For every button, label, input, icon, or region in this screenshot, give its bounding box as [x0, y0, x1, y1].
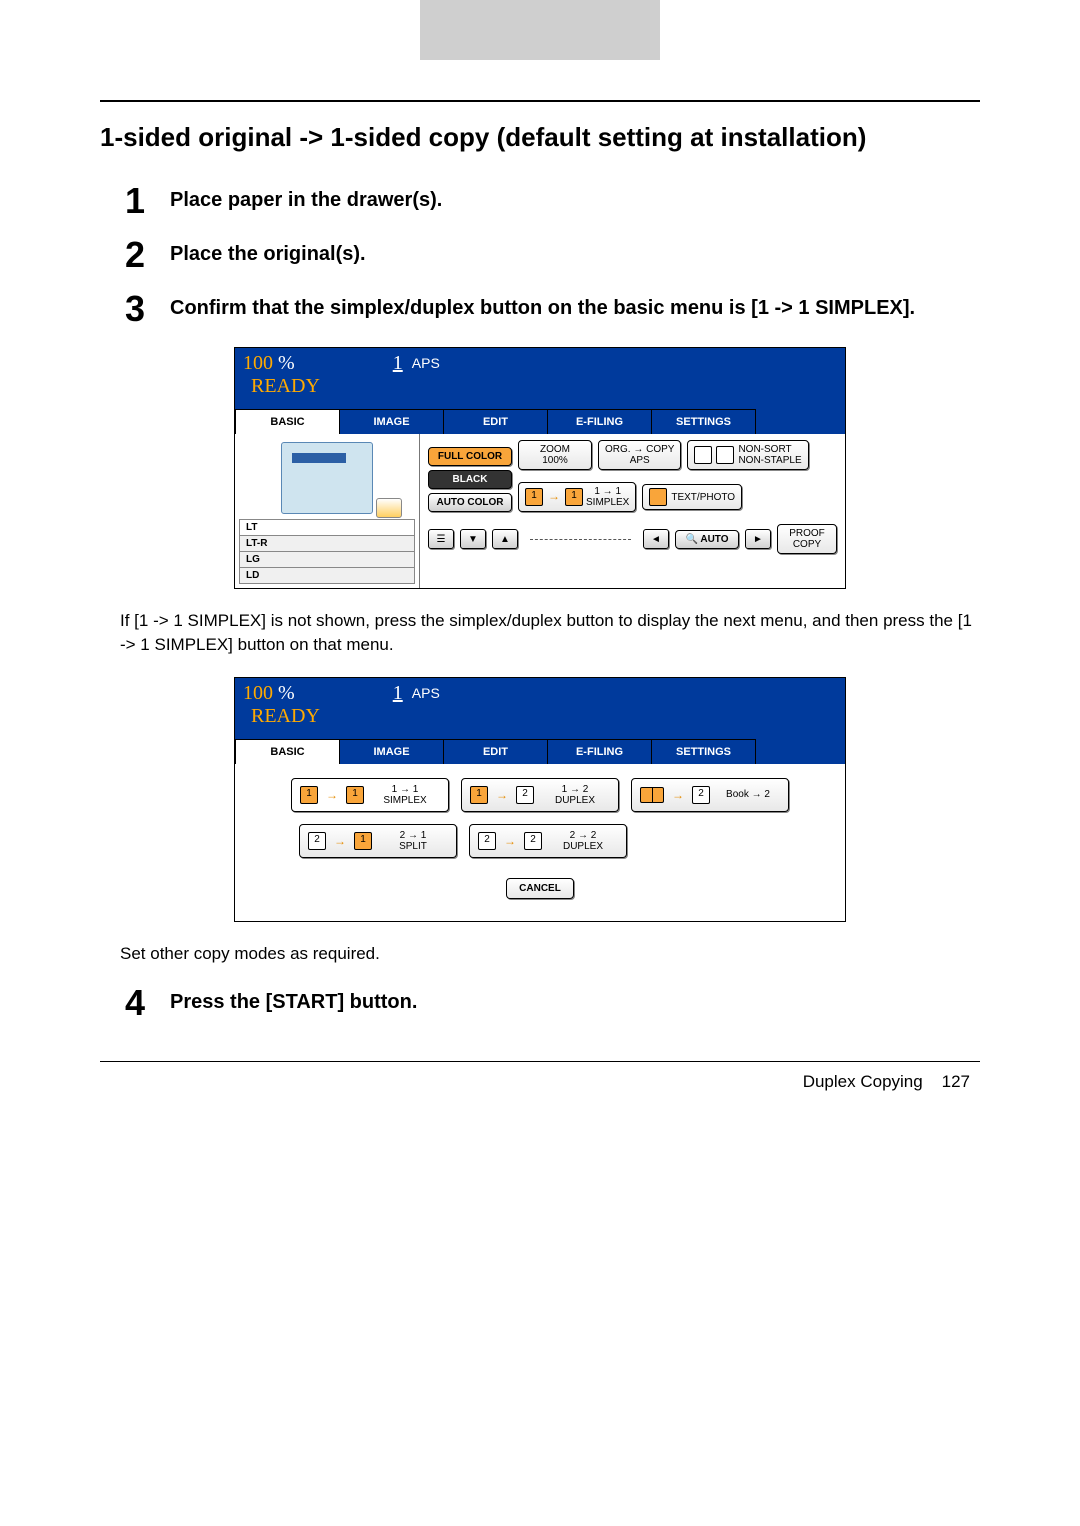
page1-icon: 1: [354, 832, 372, 850]
black-button[interactable]: BLACK: [428, 470, 512, 489]
simplex-button[interactable]: 1→11 → 1SIMPLEX: [518, 482, 636, 512]
note-text: If [1 -> 1 SIMPLEX] is not shown, press …: [120, 609, 980, 657]
tab-edit[interactable]: EDIT: [443, 739, 548, 764]
tab-basic[interactable]: BASIC: [235, 409, 340, 434]
aps-label: APS: [412, 685, 440, 701]
copier-duplex-menu-screen: 100 % 1 APS READY BASIC IMAGE EDIT E-FIL…: [234, 677, 846, 922]
tab-efiling[interactable]: E-FILING: [547, 409, 652, 434]
page2-icon: 2: [692, 786, 710, 804]
page1-icon: 1: [470, 786, 488, 804]
copy-count: 1: [393, 682, 403, 704]
note-text-2: Set other copy modes as required.: [120, 942, 980, 966]
step-4: 4 Press the [START] button.: [100, 985, 980, 1021]
proof-copy-button[interactable]: PROOFCOPY: [777, 524, 837, 554]
ready-label: READY: [243, 375, 837, 402]
page1-icon: 1: [525, 488, 543, 506]
aps-label: APS: [412, 355, 440, 371]
arrow-icon: →: [324, 788, 340, 802]
step-text: Confirm that the simplex/duplex button o…: [170, 297, 915, 319]
option-2-1-split[interactable]: 2→12 → 1SPLIT: [299, 824, 457, 858]
footer-page: 127: [942, 1072, 970, 1091]
arrow-icon: →: [670, 788, 686, 802]
header-mask: [420, 0, 660, 60]
tray-lg[interactable]: LG: [239, 551, 415, 568]
tab-edit[interactable]: EDIT: [443, 409, 548, 434]
status-bar: 100 % 1 APS READY: [235, 678, 845, 736]
arrow-icon: →: [494, 788, 510, 802]
option-2-2-duplex[interactable]: 2→22 → 2DUPLEX: [469, 824, 627, 858]
zoom-button[interactable]: ZOOM100%: [518, 440, 592, 470]
step-2: 2 Place the original(s).: [100, 237, 980, 273]
page-icon: [694, 446, 712, 464]
step-number: 2: [100, 237, 170, 273]
tab-bar: BASIC IMAGE EDIT E-FILING SETTINGS: [235, 736, 845, 764]
footer-section: Duplex Copying: [803, 1072, 923, 1091]
ready-label: READY: [243, 705, 837, 732]
tray-ltr[interactable]: LT-R: [239, 535, 415, 552]
next-button[interactable]: ►: [745, 529, 771, 549]
copy-count: 1: [393, 352, 403, 374]
sort-button[interactable]: NON-SORTNON-STAPLE: [687, 440, 808, 470]
page2-icon: 2: [516, 786, 534, 804]
tray-lt[interactable]: LT: [239, 519, 415, 536]
arrow-icon: →: [546, 490, 562, 503]
page-footer: Duplex Copying 127: [100, 1072, 980, 1092]
step-text: Place paper in the drawer(s).: [170, 189, 442, 211]
full-color-button[interactable]: FULL COLOR: [428, 447, 512, 466]
auto-color-button[interactable]: AUTO COLOR: [428, 493, 512, 512]
page1-icon: 1: [300, 786, 318, 804]
zoom-pct: %: [278, 352, 295, 374]
tray-list: LT LT-R LG LD: [239, 519, 415, 584]
zoom-value: 100: [243, 682, 273, 704]
copier-basic-screen: 100 % 1 APS READY BASIC IMAGE EDIT E-FIL…: [234, 347, 846, 589]
text-photo-button[interactable]: TEXT/PHOTO: [642, 484, 742, 510]
tab-image[interactable]: IMAGE: [339, 409, 444, 434]
step-text: Place the original(s).: [170, 243, 366, 265]
bypass-icon: [376, 498, 402, 518]
zoom-value: 100: [243, 352, 273, 374]
auto-density-button[interactable]: 🔍 AUTO: [675, 530, 739, 549]
tab-settings[interactable]: SETTINGS: [651, 739, 756, 764]
zoom-pct: %: [278, 682, 295, 704]
tab-bar: BASIC IMAGE EDIT E-FILING SETTINGS: [235, 406, 845, 434]
step-number: 4: [100, 985, 170, 1021]
menu-icon[interactable]: ☰: [428, 529, 454, 549]
arrow-icon: →: [332, 834, 348, 848]
page2-icon: 2: [524, 832, 542, 850]
textphoto-icon: [649, 488, 667, 506]
page1-icon: 1: [565, 488, 583, 506]
section-title: 1-sided original -> 1-sided copy (defaul…: [100, 122, 980, 153]
step-text: Press the [START] button.: [170, 991, 417, 1013]
option-book-2[interactable]: →2Book → 2: [631, 778, 789, 812]
org-copy-button[interactable]: ORG. → COPYAPS: [598, 440, 681, 470]
tab-image[interactable]: IMAGE: [339, 739, 444, 764]
option-1-2-duplex[interactable]: 1→21 → 2DUPLEX: [461, 778, 619, 812]
bottom-rule: [100, 1061, 980, 1062]
option-1-1-simplex[interactable]: 1→11 → 1SIMPLEX: [291, 778, 449, 812]
top-rule: [100, 100, 980, 102]
density-scale: [530, 538, 631, 540]
copier-illustration: [281, 442, 373, 514]
tab-efiling[interactable]: E-FILING: [547, 739, 652, 764]
tab-basic[interactable]: BASIC: [235, 739, 340, 764]
book-icon: [640, 787, 664, 803]
tray-ld[interactable]: LD: [239, 567, 415, 584]
page-icon: [716, 446, 734, 464]
step-number: 3: [100, 291, 170, 327]
density-up-button[interactable]: ▲: [492, 529, 518, 549]
step-3: 3 Confirm that the simplex/duplex button…: [100, 291, 980, 327]
tab-settings[interactable]: SETTINGS: [651, 409, 756, 434]
page2-icon: 2: [478, 832, 496, 850]
density-down-button[interactable]: ▼: [460, 529, 486, 549]
page1-icon: 1: [346, 786, 364, 804]
cancel-button[interactable]: CANCEL: [506, 878, 574, 899]
arrow-icon: →: [502, 834, 518, 848]
status-bar: 100 % 1 APS READY: [235, 348, 845, 406]
prev-button[interactable]: ◄: [643, 529, 669, 549]
step-1: 1 Place paper in the drawer(s).: [100, 183, 980, 219]
page2-icon: 2: [308, 832, 326, 850]
step-number: 1: [100, 183, 170, 219]
